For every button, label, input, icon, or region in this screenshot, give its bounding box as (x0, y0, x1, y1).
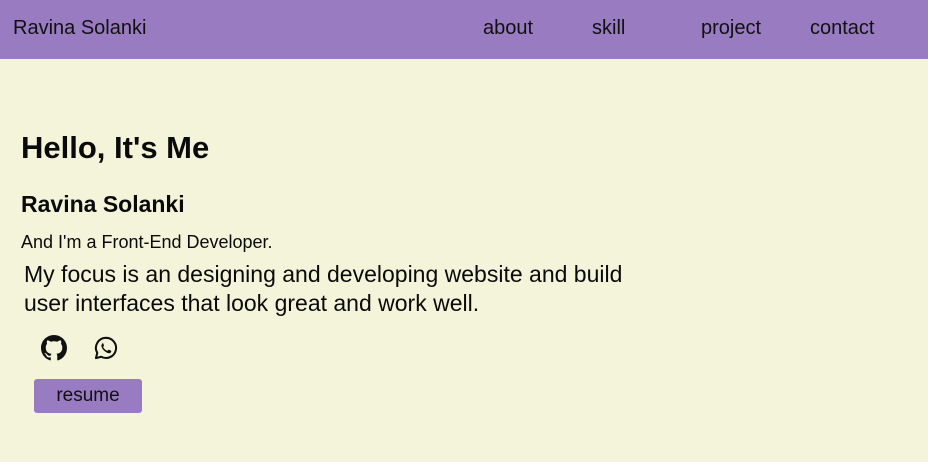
hero-name: Ravina Solanki (21, 191, 185, 217)
nav-link-contact[interactable]: contact (810, 16, 874, 40)
hero-focus-text: My focus is an designing and developing … (24, 261, 623, 316)
hero-greeting: Hello, It's Me (21, 130, 210, 165)
whatsapp-icon[interactable] (93, 335, 119, 361)
hero-section: Hello, It's Me Ravina Solanki And I'm a … (0, 59, 928, 462)
resume-button[interactable]: resume (34, 379, 142, 413)
github-icon[interactable] (41, 335, 67, 361)
nav-link-about[interactable]: about (483, 16, 533, 40)
nav-link-project[interactable]: project (701, 16, 761, 40)
navbar: Ravina Solanki about skill project conta… (0, 0, 928, 59)
hero-role: And I'm a Front-End Developer. (21, 232, 273, 252)
brand-name[interactable]: Ravina Solanki (13, 16, 146, 40)
nav-link-skill[interactable]: skill (592, 16, 625, 40)
